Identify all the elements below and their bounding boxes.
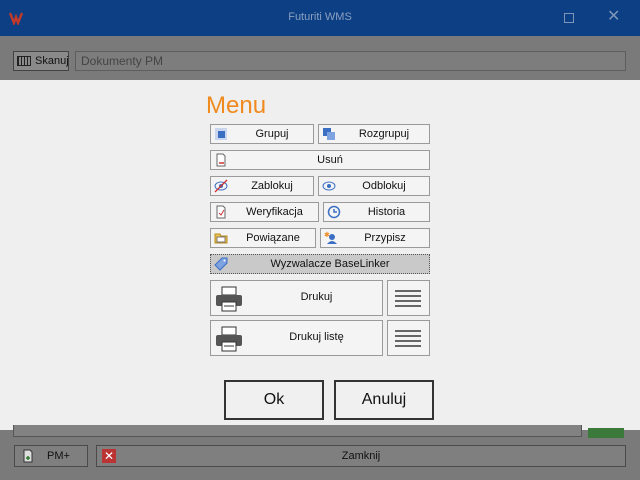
list-line <box>395 330 421 332</box>
eye-icon <box>322 181 336 191</box>
verification-button[interactable]: Weryfikacja <box>210 202 319 222</box>
list-line <box>395 345 421 347</box>
title-bar: Futuriti WMS ✕ <box>0 0 640 36</box>
print-label: Drukuj <box>300 291 333 303</box>
close-button[interactable]: ✕ Zamknij <box>96 445 626 467</box>
eye-hidden-icon <box>214 179 228 193</box>
print-options-button[interactable] <box>387 280 430 316</box>
related-button[interactable]: Powiązane <box>210 228 316 248</box>
list-line <box>395 295 421 297</box>
related-label: Powiązane <box>246 232 300 244</box>
unlock-button[interactable]: Odblokuj <box>318 176 430 196</box>
baselinker-triggers-button[interactable]: Wyzwalacze BaseLinker <box>210 254 430 274</box>
ungroup-button[interactable]: Rozgrupuj <box>318 124 430 144</box>
group-label: Grupuj <box>255 128 289 140</box>
barcode-icon <box>17 56 31 66</box>
pm-plus-button[interactable]: PM+ <box>14 445 88 467</box>
lock-button[interactable]: Zablokuj <box>210 176 314 196</box>
printer-icon <box>216 326 242 352</box>
lock-label: Zablokuj <box>251 180 293 192</box>
assign-button[interactable]: ✱ Przypisz <box>320 228 430 248</box>
print-list-options-button[interactable] <box>387 320 430 356</box>
print-button[interactable]: Drukuj <box>210 280 383 316</box>
print-list-button[interactable]: Drukuj listę <box>210 320 383 356</box>
unlock-label: Odblokuj <box>362 180 406 192</box>
svg-text:✱: ✱ <box>324 231 330 239</box>
cancel-button[interactable]: Anuluj <box>334 380 434 420</box>
verification-label: Weryfikacja <box>246 206 303 218</box>
list-line <box>395 290 421 292</box>
verification-document-icon <box>216 205 226 219</box>
ungroup-label: Rozgrupuj <box>358 128 410 140</box>
close-window-icon[interactable]: ✕ <box>607 9 620 25</box>
history-button[interactable]: Historia <box>323 202 430 222</box>
add-document-icon <box>23 449 33 463</box>
ungroup-icon <box>323 128 335 140</box>
tag-icon <box>214 257 228 271</box>
printer-icon <box>216 286 242 312</box>
list-line <box>395 300 421 302</box>
folder-icon <box>214 233 228 244</box>
close-label: Zamknij <box>341 450 381 462</box>
window-title: Futuriti WMS <box>288 11 352 23</box>
ok-button[interactable]: Ok <box>224 380 324 420</box>
delete-label: Usuń <box>317 154 343 166</box>
scan-button[interactable]: Skanuj <box>13 51 69 71</box>
group-button[interactable]: Grupuj <box>210 124 314 144</box>
list-line <box>395 305 421 307</box>
menu-title: Menu <box>206 92 267 119</box>
document-search-input[interactable]: Dokumenty PM <box>75 51 626 71</box>
footer-field <box>13 425 582 437</box>
baselinker-triggers-label: Wyzwalacze BaseLinker <box>270 258 390 270</box>
list-line <box>395 335 421 337</box>
print-list-label: Drukuj listę <box>289 331 344 343</box>
history-label: Historia <box>367 206 406 218</box>
group-icon <box>215 128 227 140</box>
history-icon <box>327 205 341 219</box>
maximize-icon[interactable] <box>564 13 574 23</box>
list-line <box>395 340 421 342</box>
status-indicator <box>588 428 624 438</box>
assign-user-icon: ✱ <box>324 231 337 244</box>
pm-plus-label: PM+ <box>47 450 70 462</box>
assign-label: Przypisz <box>364 232 406 244</box>
delete-button[interactable]: Usuń <box>210 150 430 170</box>
scan-button-label: Skanuj <box>35 55 69 67</box>
delete-document-icon <box>216 153 226 167</box>
